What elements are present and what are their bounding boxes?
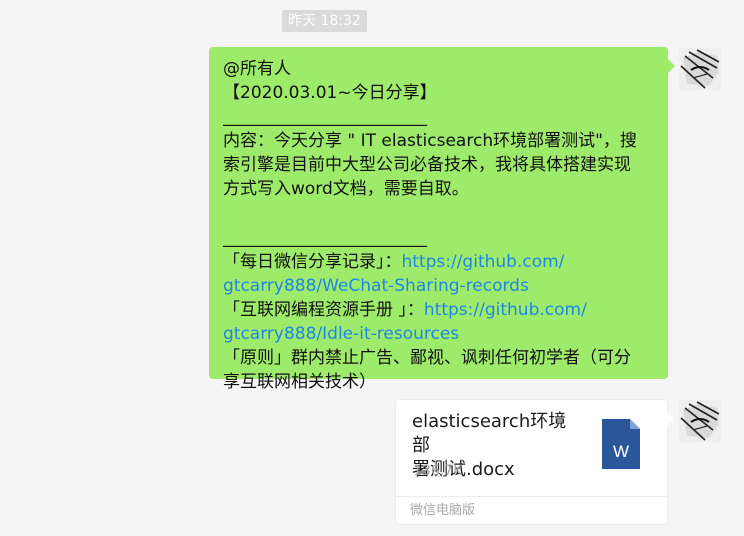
sender-avatar[interactable] [679, 48, 721, 90]
word-document-icon: W [602, 419, 640, 469]
sender-avatar[interactable] [679, 400, 721, 442]
record-label: 「每日微信分享记录」： [223, 251, 402, 272]
content-line: 方式写入word文档，需要自取。 [223, 179, 469, 200]
date-heading: 【2020.03.01~今日分享】 [223, 83, 437, 104]
content-line: 内容：今天分享 " IT elasticsearch环境部署测试"，搜 [223, 131, 637, 152]
chat-message-bubble[interactable]: @所有人 【2020.03.01~今日分享】 _________________… [209, 47, 675, 392]
file-attachment-card[interactable]: elasticsearch环境部 署测试.docx 136.7K W 微信电脑版 [395, 399, 674, 525]
file-size: 136.7K [413, 463, 463, 479]
wechat-records-link-continued[interactable]: gtcarry888/WeChat-Sharing-records [223, 274, 658, 298]
record-line: 「每日微信分享记录」：https://github.com/ [223, 250, 658, 274]
divider-line: ________________________ [223, 227, 427, 248]
resources-link[interactable]: https://github.com/ [424, 300, 587, 320]
mention-line: @所有人 [223, 59, 291, 79]
rules-line: 享互联网相关技术） [223, 372, 376, 393]
file-name-line: elasticsearch环境部 [412, 411, 567, 456]
wechat-records-link[interactable]: https://github.com/ [402, 252, 565, 272]
rules-line: 「原则」群内禁止广告、鄙视、讽刺任何初学者（可分 [223, 348, 631, 369]
divider-line: ________________________ [223, 107, 427, 128]
message-timestamp: 昨天 18:32 [282, 10, 367, 32]
resources-label: 「互联网编程资源手册 」： [223, 299, 424, 320]
resources-link-continued[interactable]: gtcarry888/Idle-it-resources [223, 322, 658, 346]
content-line: 索引擎是目前中大型公司必备技术，我将具体搭建实现 [223, 155, 631, 176]
word-icon-letter: W [613, 442, 629, 461]
avatar-sketch-icon [679, 48, 721, 90]
resources-line: 「互联网编程资源手册 」：https://github.com/ [223, 298, 658, 322]
file-source-label: 微信电脑版 [396, 496, 667, 525]
avatar-sketch-icon [679, 400, 721, 442]
